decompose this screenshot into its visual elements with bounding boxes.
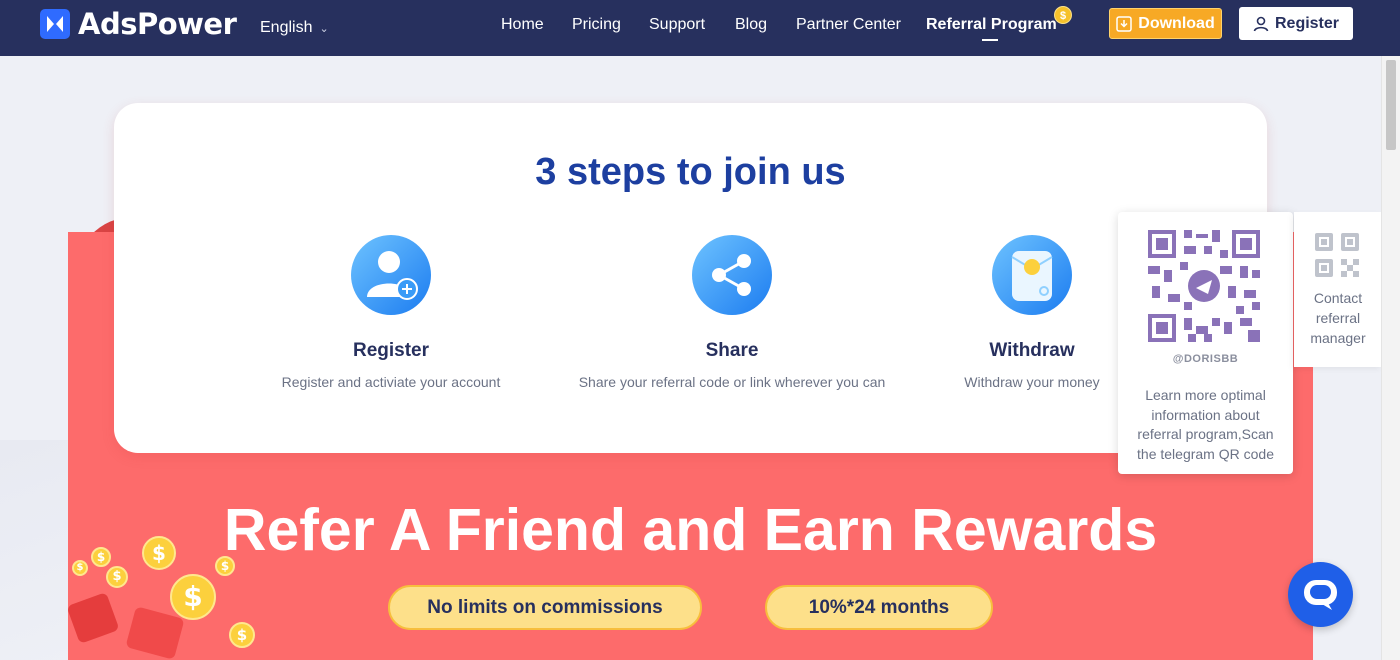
withdraw-step-icon — [992, 235, 1072, 315]
contact-label: Contact referral manager — [1310, 290, 1366, 346]
hero-title: Refer A Friend and Earn Rewards — [223, 497, 1158, 563]
coin-icon: $ — [1054, 6, 1072, 24]
nav-link-home[interactable]: Home — [501, 16, 544, 34]
register-button[interactable]: Register — [1239, 7, 1353, 40]
step-register: Register Register and activiate your acc… — [211, 235, 571, 390]
chat-icon — [1304, 580, 1337, 610]
register-label: Register — [1274, 14, 1340, 32]
top-navbar: AdsPower English ⌄ Home Pricing Support … — [0, 0, 1400, 56]
qr-code-icon — [1315, 233, 1359, 277]
brand-logo[interactable]: AdsPower — [40, 7, 237, 41]
coin-icon: $ — [106, 566, 128, 588]
scrollbar-thumb[interactable] — [1386, 60, 1396, 150]
coin-icon: $ — [142, 536, 176, 570]
language-selector[interactable]: English ⌄ — [260, 19, 329, 37]
nav-link-referral-program[interactable]: Referral Program — [926, 16, 1057, 41]
user-icon — [1253, 16, 1269, 31]
brand-name: AdsPower — [78, 7, 237, 41]
nav-link-blog[interactable]: Blog — [735, 16, 767, 34]
adspower-logo-icon — [40, 9, 70, 39]
steps-card: 3 steps to join us Register Register and… — [114, 103, 1267, 453]
nav-link-support[interactable]: Support — [649, 16, 705, 34]
register-step-icon — [351, 235, 431, 315]
nav-link-pricing[interactable]: Pricing — [572, 16, 621, 34]
step-title: Register — [352, 340, 430, 361]
nav-link-partner-center[interactable]: Partner Center — [796, 16, 901, 34]
qr-popup: @DORISBB Learn more optimal information … — [1118, 212, 1293, 474]
chevron-down-icon: ⌄ — [319, 22, 329, 35]
pill-commission-rate: 10%*24 months — [765, 585, 993, 630]
coin-icon: $ — [72, 560, 88, 576]
page-scrollbar[interactable] — [1381, 56, 1400, 660]
qr-description: Learn more optimal information about ref… — [1137, 387, 1274, 462]
chat-button[interactable] — [1288, 562, 1353, 627]
share-step-icon — [692, 235, 772, 315]
telegram-handle: @DORISBB — [1172, 353, 1239, 365]
telegram-qr-code — [1148, 230, 1260, 342]
coin-icon: $ — [229, 622, 255, 648]
download-button[interactable]: Download — [1109, 8, 1222, 39]
download-label: Download — [1138, 14, 1215, 32]
coin-icon: $ — [170, 574, 216, 620]
steps-title: 3 steps to join us — [535, 151, 846, 193]
pill-no-limits: No limits on commissions — [388, 585, 702, 630]
download-icon — [1116, 15, 1133, 32]
coin-icon: $ — [91, 547, 111, 567]
step-description: Register and activiate your account — [281, 374, 501, 390]
coin-icon: $ — [215, 556, 235, 576]
contact-referral-manager-button[interactable]: Contact referral manager — [1294, 212, 1382, 367]
language-label: English — [260, 19, 313, 36]
